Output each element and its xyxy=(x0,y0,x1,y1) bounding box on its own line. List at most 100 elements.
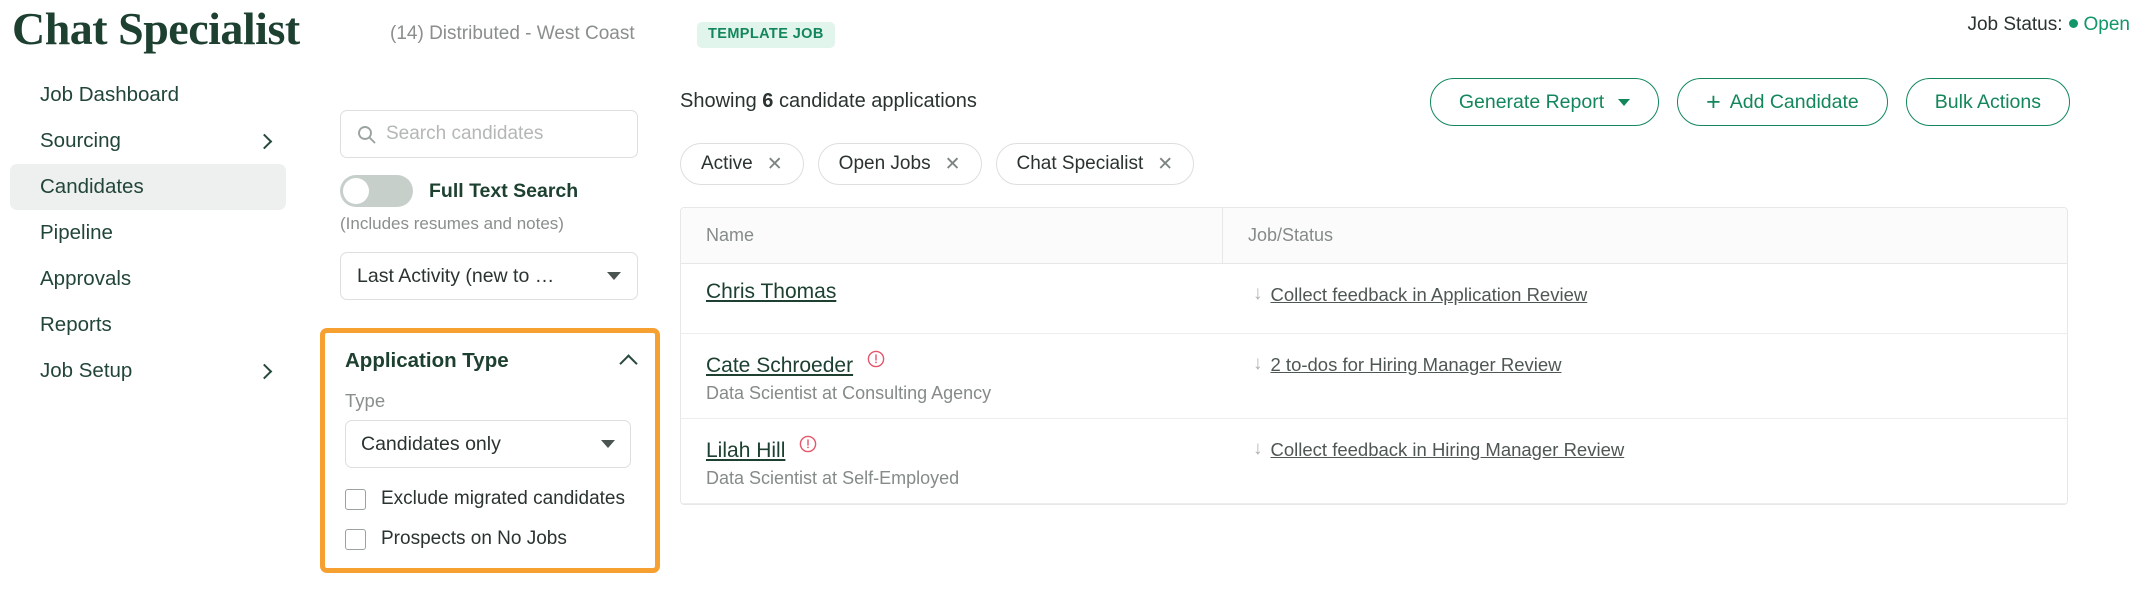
alert-circle-icon xyxy=(799,435,817,458)
close-icon[interactable]: ✕ xyxy=(1157,155,1173,174)
toggle-knob xyxy=(343,178,369,204)
sidebar-item-job-setup[interactable]: Job Setup xyxy=(10,348,286,394)
generate-report-button[interactable]: Generate Report xyxy=(1429,78,1660,126)
filter-column: Full Text Search (Includes resumes and n… xyxy=(340,110,640,300)
candidate-name-cell: Cate Schroeder Data Scientist at Consult… xyxy=(681,334,1223,418)
candidate-name-link[interactable]: Lilah Hill xyxy=(706,439,785,463)
checkbox-label: Exclude migrated candidates xyxy=(381,488,625,509)
alert-circle-icon xyxy=(867,350,885,373)
sidebar: Job Dashboard Sourcing Candidates Pipeli… xyxy=(0,72,300,394)
sort-select-value: Last Activity (new to … xyxy=(357,264,555,287)
prospects-on-no-jobs-checkbox-row[interactable]: Prospects on No Jobs xyxy=(345,528,635,550)
close-icon[interactable]: ✕ xyxy=(945,155,961,174)
application-type-panel: Application Type Type Candidates only Ex… xyxy=(320,328,660,573)
sidebar-item-label: Reports xyxy=(40,313,112,336)
chevron-right-icon xyxy=(256,133,273,149)
full-text-search-hint: (Includes resumes and notes) xyxy=(340,214,564,233)
filter-chip-chat-specialist[interactable]: Chat Specialist ✕ xyxy=(995,143,1195,185)
sidebar-item-label: Candidates xyxy=(40,175,144,198)
full-text-search-label: Full Text Search xyxy=(429,179,579,202)
sidebar-item-reports[interactable]: Reports xyxy=(10,302,286,348)
arrow-down-icon: ↓ xyxy=(1253,283,1263,304)
filter-chip-label: Open Jobs xyxy=(838,153,931,174)
candidate-status-link[interactable]: Collect feedback in Application Review xyxy=(1271,284,1588,306)
checkbox-label: Prospects on No Jobs xyxy=(381,528,567,549)
arrow-down-icon: ↓ xyxy=(1253,353,1263,374)
candidate-name-cell: Lilah Hill Data Scientist at Self-Employ… xyxy=(681,419,1223,503)
search-box[interactable] xyxy=(340,110,638,158)
job-status-label: Job Status: xyxy=(1967,14,2063,35)
filter-chip-label: Chat Specialist xyxy=(1016,153,1144,174)
template-job-badge: TEMPLATE JOB xyxy=(697,22,835,48)
sidebar-item-label: Job Setup xyxy=(40,359,133,382)
page-title: Chat Specialist xyxy=(12,3,300,54)
filter-chip-active[interactable]: Active ✕ xyxy=(680,143,804,185)
candidate-subtitle: Data Scientist at Consulting Agency xyxy=(706,382,992,403)
close-icon[interactable]: ✕ xyxy=(767,155,783,174)
full-text-search-toggle[interactable] xyxy=(340,175,413,207)
plus-icon: + xyxy=(1706,87,1721,116)
sidebar-item-label: Job Dashboard xyxy=(40,83,180,106)
filter-chip-label: Active xyxy=(701,153,753,174)
main-content: Showing 6 candidate applications Generat… xyxy=(680,78,2070,505)
showing-count: 6 xyxy=(762,90,774,112)
sidebar-item-job-dashboard[interactable]: Job Dashboard xyxy=(10,72,286,118)
search-input[interactable] xyxy=(386,119,611,149)
sidebar-item-label: Pipeline xyxy=(40,221,113,244)
sidebar-item-label: Approvals xyxy=(40,267,132,290)
chevron-right-icon xyxy=(256,363,273,379)
sidebar-item-pipeline[interactable]: Pipeline xyxy=(10,210,286,256)
table-row[interactable]: Chris Thomas ↓ Collect feedback in Appli… xyxy=(681,264,2067,334)
exclude-migrated-candidates-checkbox-row[interactable]: Exclude migrated candidates xyxy=(345,488,635,510)
candidate-name-link[interactable]: Cate Schroeder xyxy=(706,354,853,378)
candidate-status-link[interactable]: 2 to-dos for Hiring Manager Review xyxy=(1271,354,1562,376)
application-type-select[interactable]: Candidates only xyxy=(345,420,631,468)
page-header: Chat Specialist (14) Distributed - West … xyxy=(0,0,2148,68)
candidate-status-cell: ↓ Collect feedback in Application Review xyxy=(1223,264,2067,333)
candidate-status-link[interactable]: Collect feedback in Hiring Manager Revie… xyxy=(1271,439,1625,461)
checkbox-icon[interactable] xyxy=(345,488,366,510)
showing-prefix: Showing xyxy=(680,90,763,112)
filter-chip-open-jobs[interactable]: Open Jobs ✕ xyxy=(817,143,982,185)
bulk-actions-button[interactable]: Bulk Actions xyxy=(1905,78,2070,126)
table-row[interactable]: Lilah Hill Data Scientist at Self-Employ… xyxy=(681,419,2067,504)
table-row[interactable]: Cate Schroeder Data Scientist at Consult… xyxy=(681,334,2067,419)
checkbox-icon[interactable] xyxy=(345,528,366,550)
sidebar-item-sourcing[interactable]: Sourcing xyxy=(10,118,286,164)
job-subtitle: (14) Distributed - West Coast xyxy=(390,23,635,45)
status-dot-icon xyxy=(2068,19,2078,29)
search-icon xyxy=(357,125,376,144)
job-count: (14) xyxy=(390,23,424,44)
candidate-subtitle: Data Scientist at Self-Employed xyxy=(706,467,960,488)
filter-chip-row: Active ✕ Open Jobs ✕ Chat Specialist ✕ xyxy=(680,143,2070,185)
candidate-status-cell: ↓ 2 to-dos for Hiring Manager Review xyxy=(1223,334,2067,418)
chevron-up-icon[interactable] xyxy=(619,354,638,373)
arrow-down-icon: ↓ xyxy=(1253,437,1263,459)
sidebar-item-candidates[interactable]: Candidates xyxy=(10,164,286,210)
add-candidate-label: Add Candidate xyxy=(1729,90,1859,113)
candidates-table: Name Job/Status Chris Thomas ↓ Collect f… xyxy=(680,207,2068,505)
candidate-name-link[interactable]: Chris Thomas xyxy=(706,280,836,304)
sidebar-item-label: Sourcing xyxy=(40,129,121,152)
generate-report-label: Generate Report xyxy=(1458,90,1605,113)
candidate-status-cell: ↓ Collect feedback in Hiring Manager Rev… xyxy=(1223,419,2067,503)
application-type-value: Candidates only xyxy=(361,432,501,455)
full-text-search-toggle-row[interactable]: Full Text Search xyxy=(340,175,640,207)
bulk-actions-label: Bulk Actions xyxy=(1934,90,2041,113)
candidates-page: Chat Specialist (14) Distributed - West … xyxy=(0,0,2148,602)
job-status: Job Status: Open xyxy=(1967,14,2130,36)
action-button-row: Generate Report + Add Candidate Bulk Act… xyxy=(1429,78,2070,126)
column-header-name: Name xyxy=(681,208,1223,263)
type-field-label: Type xyxy=(345,390,386,411)
application-type-title: Application Type xyxy=(345,349,509,372)
add-candidate-button[interactable]: + Add Candidate xyxy=(1677,78,1888,126)
application-type-header[interactable]: Application Type xyxy=(345,349,638,373)
table-header-row: Name Job/Status xyxy=(681,208,2067,264)
candidate-name-cell: Chris Thomas xyxy=(681,264,1223,333)
sort-select[interactable]: Last Activity (new to … xyxy=(340,252,638,300)
job-status-value: Open xyxy=(2083,14,2130,35)
sidebar-item-approvals[interactable]: Approvals xyxy=(10,256,286,302)
chevron-down-icon xyxy=(601,440,615,448)
column-header-job-status: Job/Status xyxy=(1248,225,1334,245)
job-location: Distributed - West Coast xyxy=(429,23,635,44)
